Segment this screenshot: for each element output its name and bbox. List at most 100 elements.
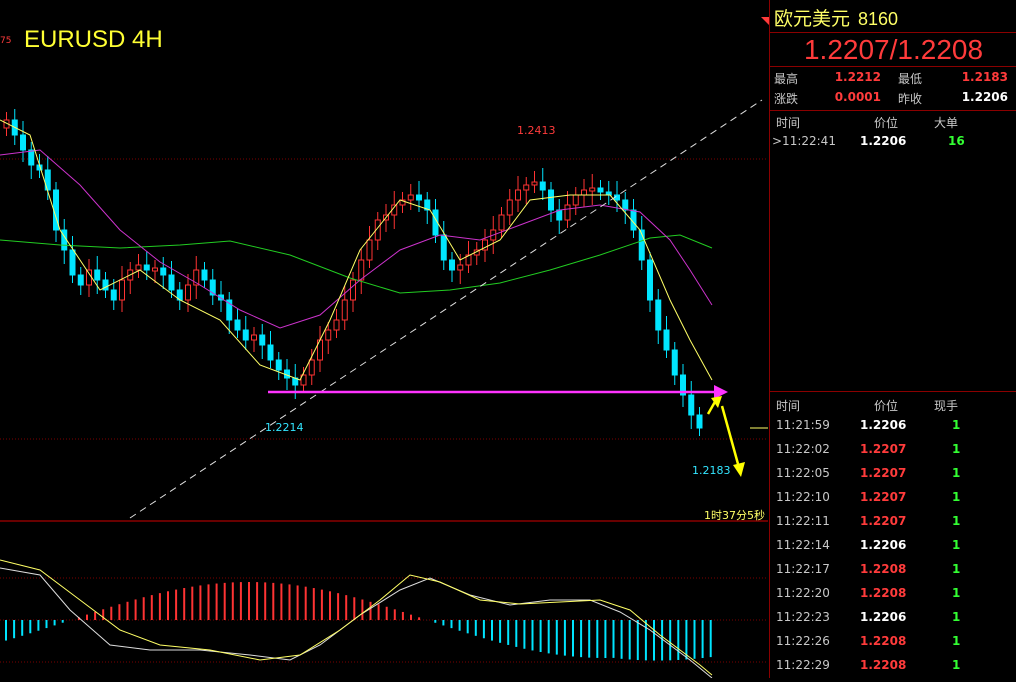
ma-yellow-line <box>0 119 713 381</box>
tick-row[interactable]: 11:22:23 1.2206 1 <box>770 610 1016 634</box>
candle-body <box>119 279 125 301</box>
tick-row[interactable]: 11:22:17 1.2208 1 <box>770 562 1016 586</box>
ticks-header-price: 价位 <box>874 399 899 413</box>
candle-body <box>581 189 587 196</box>
big-order-vol: 16 <box>948 134 965 148</box>
candle-body <box>259 334 266 346</box>
candle-body <box>77 274 84 286</box>
bid-ask-price: 1.2207/1.2208 <box>803 34 984 65</box>
big-orders-header-price: 价位 <box>874 116 899 130</box>
instrument-header[interactable]: 欧元美元 8160 <box>774 4 898 31</box>
tick-volume: 1 <box>952 634 961 648</box>
stat-label-change: 涨跌 <box>774 92 799 106</box>
candle-body <box>416 194 422 201</box>
candle-body <box>358 259 365 281</box>
tick-row[interactable]: 11:22:26 1.2208 1 <box>770 634 1016 658</box>
low-annotation-right: 1.2183 <box>692 464 731 477</box>
tick-time: 11:21:59 <box>776 418 830 432</box>
tick-price: 1.2207 <box>860 514 907 528</box>
candle-body <box>234 319 241 331</box>
tick-row[interactable]: 11:22:29 1.2208 1 <box>770 658 1016 682</box>
stat-label-prev-close: 昨收 <box>898 92 923 106</box>
tick-price: 1.2207 <box>860 442 907 456</box>
tick-volume: 1 <box>952 658 961 672</box>
tick-volume: 1 <box>952 586 961 600</box>
candle-body <box>366 239 373 261</box>
stat-value-high: 1.2212 <box>834 70 881 84</box>
candle-body <box>531 181 538 186</box>
axis-edge-label: 75 <box>0 36 12 46</box>
decline-arrow-line <box>720 405 740 465</box>
tick-time: 11:22:10 <box>776 490 830 504</box>
ticks-header-vol: 现手 <box>934 399 959 413</box>
big-orders-header-vol: 大单 <box>934 116 959 130</box>
tick-volume: 1 <box>952 466 961 480</box>
candle-body <box>69 249 76 276</box>
tick-row[interactable]: 11:22:02 1.2207 1 <box>770 442 1016 466</box>
tick-row[interactable]: 11:22:11 1.2207 1 <box>770 514 1016 538</box>
chart-canvas[interactable] <box>0 0 768 678</box>
tick-volume: 1 <box>952 490 961 504</box>
candle-body <box>622 199 629 211</box>
tick-time: 11:22:14 <box>776 538 830 552</box>
decline-arrow-head <box>733 462 745 477</box>
stat-value-prev-close: 1.2206 <box>961 90 1008 104</box>
candle-body <box>440 234 447 261</box>
stat-value-change: 0.0001 <box>834 90 881 104</box>
candle-body <box>86 269 92 286</box>
candle-body <box>539 181 546 191</box>
ticks-header-time: 时间 <box>776 399 801 413</box>
tick-volume: 1 <box>952 442 961 456</box>
tick-time: 11:22:26 <box>776 634 830 648</box>
candle-body <box>185 284 191 301</box>
tick-time: 11:22:20 <box>776 586 830 600</box>
big-orders-header-time: 时间 <box>776 116 801 130</box>
tick-price: 1.2208 <box>860 562 907 576</box>
divider <box>770 66 1016 67</box>
divider <box>770 110 1016 111</box>
candle-body <box>688 394 695 416</box>
candle-body <box>308 359 315 376</box>
candle-body <box>168 274 175 291</box>
low-annotation-left: 1.2214 <box>265 421 304 434</box>
tick-volume: 1 <box>952 418 961 432</box>
candle-body <box>655 299 662 331</box>
tick-row[interactable]: 11:22:20 1.2208 1 <box>770 586 1016 610</box>
candle-body <box>647 259 653 301</box>
tick-time: 11:22:02 <box>776 442 830 456</box>
candles-group <box>3 109 703 436</box>
candle-body <box>28 149 35 166</box>
tick-row[interactable]: 11:22:10 1.2207 1 <box>770 490 1016 514</box>
tick-row[interactable]: 11:22:14 1.2206 1 <box>770 538 1016 562</box>
big-order-price: 1.2206 <box>860 134 907 148</box>
stat-label-high: 最高 <box>774 72 799 86</box>
corner-marker <box>761 17 769 25</box>
chart-title: EURUSD 4H <box>24 26 163 53</box>
tick-price: 1.2208 <box>860 634 907 648</box>
tick-price: 1.2208 <box>860 586 907 600</box>
tick-time: 11:22:23 <box>776 610 830 624</box>
candle-body <box>449 259 455 271</box>
instrument-name: 欧元美元 <box>774 9 851 30</box>
tick-price: 1.2206 <box>860 538 907 552</box>
candle-body <box>572 194 579 206</box>
candle-body <box>407 194 414 201</box>
candle-body <box>251 334 257 341</box>
candle-body <box>523 184 530 191</box>
candle-body <box>457 264 464 271</box>
tick-volume: 1 <box>952 538 961 552</box>
candlestick-chart[interactable]: 75 EURUSD 4H 1.2413 1.2214 1.2183 1时37分5… <box>0 0 769 678</box>
tick-time: 11:22:05 <box>776 466 830 480</box>
tick-time: 11:22:17 <box>776 562 830 576</box>
tick-price: 1.2206 <box>860 418 907 432</box>
tick-row[interactable]: 11:22:05 1.2207 1 <box>770 466 1016 490</box>
tick-volume: 1 <box>952 562 961 576</box>
candle-body <box>201 269 208 281</box>
trend-line <box>129 99 763 519</box>
candle-body <box>515 189 521 201</box>
candle-body <box>671 349 678 376</box>
candle-body <box>350 279 356 301</box>
candle-body <box>548 189 554 211</box>
tick-row[interactable]: 11:21:59 1.2206 1 <box>770 418 1016 442</box>
big-order-row[interactable]: >11:22:41 1.2206 16 <box>770 134 1016 158</box>
